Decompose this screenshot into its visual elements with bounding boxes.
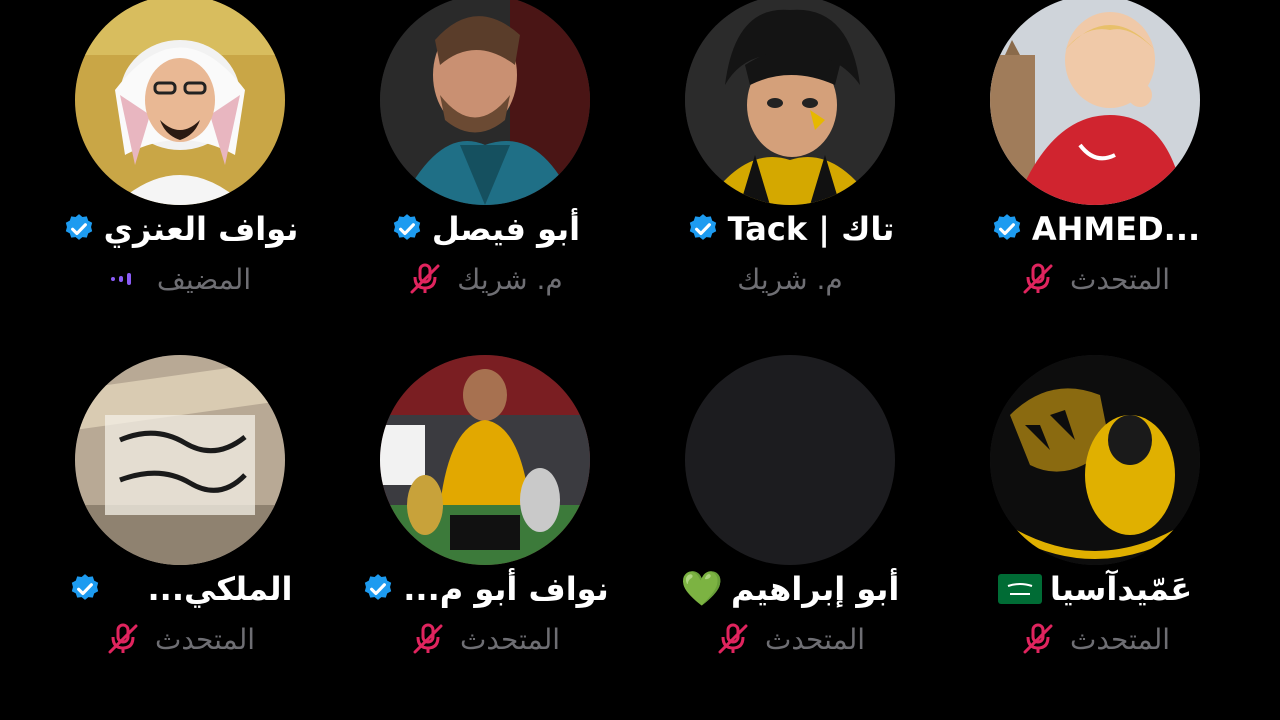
muted-mic-icon	[1023, 623, 1053, 654]
green-heart-emoji: 💚	[680, 569, 723, 609]
participant-role-row: م. شريك	[335, 257, 635, 301]
avatar[interactable]	[380, 0, 590, 205]
avatar-image	[990, 355, 1200, 565]
verified-badge-icon	[393, 214, 421, 240]
participant-role-row: المتحدث	[30, 617, 330, 661]
participant-role: المتحدث	[459, 622, 561, 656]
participant-role-row: المتحدث	[335, 617, 635, 661]
participant-card[interactable]: Tack | تاك م. شريك	[640, 0, 940, 325]
participant-card[interactable]: الملكي... المتحدث	[30, 355, 330, 685]
muted-mic-icon	[718, 623, 748, 654]
participant-name: أبو فيصل	[431, 210, 581, 248]
participant-role: المتحدث	[764, 622, 866, 656]
avatar[interactable]	[380, 355, 590, 565]
participant-name: نواف العنزي	[103, 210, 299, 248]
space-participants-grid: نواف العنزي المضيف أبو فيصل م. شريك Tack…	[0, 0, 1280, 720]
avatar[interactable]	[990, 0, 1200, 205]
avatar-image	[75, 355, 285, 565]
verified-badge-icon	[71, 574, 98, 600]
participant-card[interactable]: AHMED... المتحدث	[945, 0, 1245, 325]
participant-card[interactable]: أبو فيصل م. شريك	[335, 0, 635, 325]
participant-name-row: 💚 أبو إبراهيم	[640, 567, 940, 611]
participant-role-row: م. شريك	[640, 257, 940, 301]
participant-role-row: المضيف	[30, 257, 330, 301]
participant-card[interactable]: 💚 أبو إبراهيم المتحدث	[640, 355, 940, 685]
participant-name-row: نواف العنزي	[30, 207, 330, 251]
muted-mic-icon	[413, 623, 443, 654]
participant-name: أبو إبراهيم	[730, 570, 900, 608]
muted-mic-icon	[410, 263, 440, 294]
participant-role: المتحدث	[1069, 262, 1171, 296]
participant-role-row: المتحدث	[945, 617, 1245, 661]
participant-role: م. شريك	[457, 262, 563, 296]
avatar[interactable]	[685, 0, 895, 205]
participant-name-row: نواف أبو م...	[335, 567, 635, 611]
participant-card[interactable]: نواف أبو م... المتحدث	[335, 355, 635, 685]
participant-name-row: عَمّيدآسيا	[945, 567, 1245, 611]
host-dots-icon	[110, 273, 131, 285]
participant-role: م. شريك	[737, 262, 843, 296]
participant-role-row: المتحدث	[640, 617, 940, 661]
participant-role: المتحدث	[154, 622, 256, 656]
participant-name: نواف أبو م...	[403, 570, 609, 608]
avatar-image	[380, 0, 590, 205]
participant-role: المتحدث	[1069, 622, 1171, 656]
avatar-image	[990, 0, 1200, 205]
avatar-image	[75, 0, 285, 205]
participant-name-row: AHMED...	[945, 207, 1245, 251]
participant-name: AHMED...	[1031, 210, 1201, 248]
verified-badge-icon	[65, 214, 92, 240]
avatar[interactable]	[75, 0, 285, 205]
participant-name-row: الملكي...	[30, 567, 330, 611]
participant-name-row: Tack | تاك	[640, 207, 940, 251]
muted-mic-icon	[108, 623, 138, 654]
participant-card[interactable]: عَمّيدآسيا المتحدث	[945, 355, 1245, 685]
avatar[interactable]	[990, 355, 1200, 565]
participant-name: عَمّيدآسيا	[1049, 570, 1193, 608]
saudi-flag-icon	[997, 574, 1042, 604]
participant-name: الملكي...	[147, 570, 293, 608]
avatar-placeholder[interactable]	[685, 355, 895, 565]
verified-badge-icon	[993, 214, 1021, 240]
muted-mic-icon	[1023, 263, 1053, 294]
verified-badge-icon	[689, 214, 716, 240]
avatar[interactable]	[75, 355, 285, 565]
participant-name: Tack | تاك	[727, 210, 895, 248]
participant-name-row: أبو فيصل	[335, 207, 635, 251]
verified-badge-icon	[365, 574, 392, 600]
avatar-image	[380, 355, 590, 565]
avatar-image	[685, 0, 895, 205]
participant-card[interactable]: نواف العنزي المضيف	[30, 0, 330, 325]
participant-role-row: المتحدث	[945, 257, 1245, 301]
participant-role: المضيف	[156, 262, 252, 296]
